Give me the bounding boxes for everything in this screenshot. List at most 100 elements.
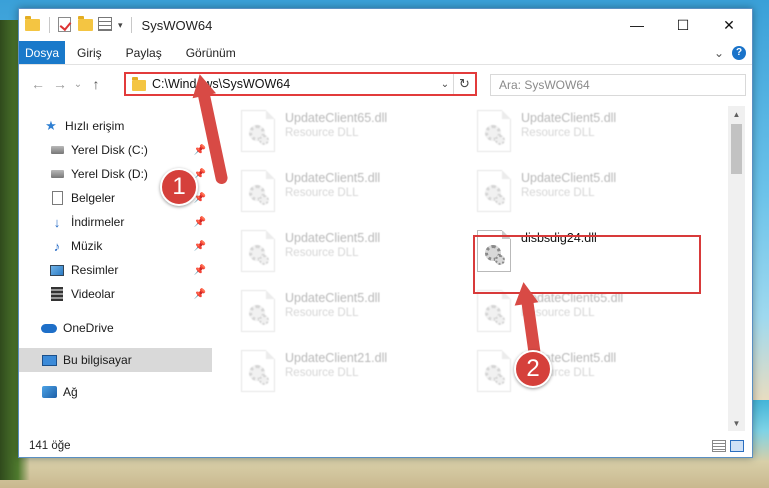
sidebar-item-network[interactable]: Ağ xyxy=(19,380,212,404)
forward-button[interactable]: → xyxy=(49,76,71,92)
annotation-step-1-badge: 1 xyxy=(160,168,198,206)
dll-file-icon xyxy=(477,350,511,392)
file-type: Resource DLL xyxy=(285,307,359,319)
pin-icon[interactable]: 📌 xyxy=(194,241,206,252)
quick-access-toolbar: ▾ xyxy=(19,16,136,33)
sidebar-item-label: Yerel Disk (D:) xyxy=(71,167,148,181)
navigation-bar: ← → ⌄ ↑ C:\Windows\SysWOW64 ⌄ ↻ Ara: Sys… xyxy=(19,66,752,102)
view-toggle xyxy=(712,440,752,452)
file-item[interactable]: UpdateClient65.dll Resource DLL xyxy=(241,110,461,158)
new-folder-icon[interactable] xyxy=(78,16,94,33)
sidebar-item-downloads[interactable]: ↓ İndirmeler 📌 xyxy=(19,210,212,234)
annotation-step-2-badge: 2 xyxy=(514,350,552,388)
download-icon: ↓ xyxy=(53,214,61,230)
close-button[interactable]: ✕ xyxy=(706,9,752,41)
file-item[interactable]: UpdateClient21.dll Resource DLL xyxy=(241,350,461,398)
sidebar-item-onedrive[interactable]: OneDrive xyxy=(19,316,212,340)
ribbon-right-controls: ⌄ ? xyxy=(714,41,752,64)
pin-icon[interactable]: 📌 xyxy=(194,289,206,300)
navigation-pane: ★ Hızlı erişim Yerel Disk (C:) 📌 Yerel D… xyxy=(19,106,212,431)
help-icon[interactable]: ? xyxy=(732,45,746,60)
sidebar-item-local-disk-c[interactable]: Yerel Disk (C:) 📌 xyxy=(19,138,212,162)
address-path[interactable]: C:\Windows\SysWOW64 xyxy=(152,77,290,91)
file-name: UpdateClient5.dll xyxy=(521,111,617,125)
dll-file-icon xyxy=(241,350,275,392)
sidebar-item-this-pc[interactable]: Bu bilgisayar xyxy=(19,348,212,372)
file-type: Resource DLL xyxy=(521,127,595,139)
search-input[interactable]: Ara: SysWOW64 xyxy=(490,74,746,96)
file-name: UpdateClient5.dll xyxy=(285,171,381,185)
dll-file-icon xyxy=(241,170,275,212)
file-type: Resource DLL xyxy=(285,367,359,379)
sidebar-item-music[interactable]: ♪ Müzik 📌 xyxy=(19,234,212,258)
file-explorer-window: ▾ SysWOW64 — ☐ ✕ Dosya Giriş Paylaş Görü… xyxy=(18,8,753,458)
file-item[interactable]: UpdateClient65.dll Resource DLL xyxy=(477,290,697,338)
document-icon xyxy=(49,190,65,206)
file-item[interactable]: UpdateClient5.dll Resource DLL xyxy=(241,170,461,218)
sidebar-item-videos[interactable]: Videolar 📌 xyxy=(19,282,212,306)
file-type: Resource DLL xyxy=(285,187,359,199)
sidebar-item-label: Yerel Disk (C:) xyxy=(71,143,148,157)
dll-file-icon xyxy=(477,110,511,152)
minimize-button[interactable]: — xyxy=(614,9,660,41)
up-button[interactable]: ↑ xyxy=(85,76,107,92)
maximize-button[interactable]: ☐ xyxy=(660,9,706,41)
large-icons-view-icon[interactable] xyxy=(730,440,744,452)
file-item[interactable]: UpdateClient5.dll Resource DLL xyxy=(241,290,461,338)
videos-icon xyxy=(49,286,65,302)
this-pc-icon xyxy=(41,352,57,368)
refresh-button[interactable]: ↻ xyxy=(453,74,475,94)
vertical-scrollbar[interactable]: ▲ ▼ xyxy=(728,106,745,431)
divider xyxy=(49,17,50,33)
pin-icon[interactable]: 📌 xyxy=(194,217,206,228)
file-item[interactable]: UpdateClient5.dll Resource DLL xyxy=(241,230,461,278)
recent-locations-chevron-icon[interactable]: ⌄ xyxy=(71,79,85,90)
customize-qat-chevron-icon[interactable]: ▾ xyxy=(118,20,123,31)
sidebar-item-label: Videolar xyxy=(71,287,115,301)
tab-home[interactable]: Giriş xyxy=(65,41,114,64)
pin-icon[interactable]: 📌 xyxy=(194,145,206,156)
back-button[interactable]: ← xyxy=(27,76,49,92)
title-bar: ▾ SysWOW64 — ☐ ✕ xyxy=(19,9,752,41)
properties-check-icon[interactable] xyxy=(58,17,74,33)
file-name: UpdateClient5.dll xyxy=(521,171,617,185)
pin-icon[interactable]: 📌 xyxy=(194,265,206,276)
file-type: Resource DLL xyxy=(521,187,595,199)
scroll-down-arrow-icon[interactable]: ▼ xyxy=(728,415,745,431)
tab-view[interactable]: Görünüm xyxy=(174,41,248,64)
music-icon: ♪ xyxy=(53,238,61,254)
tab-file[interactable]: Dosya xyxy=(19,41,65,64)
address-bar[interactable]: C:\Windows\SysWOW64 ⌄ ↻ xyxy=(124,72,477,96)
expand-ribbon-chevron-icon[interactable]: ⌄ xyxy=(714,46,724,60)
status-bar: 141 öğe xyxy=(19,434,752,458)
file-item[interactable]: UpdateClient5.dll Resource DLL xyxy=(477,170,697,218)
tab-share[interactable]: Paylaş xyxy=(114,41,174,64)
details-view-icon[interactable] xyxy=(712,440,726,452)
scroll-thumb[interactable] xyxy=(731,124,742,174)
file-name: UpdateClient5.dll xyxy=(285,291,381,305)
ribbon-tabs: Dosya Giriş Paylaş Görünüm ⌄ ? xyxy=(19,41,752,65)
window-controls: — ☐ ✕ xyxy=(614,9,752,41)
sidebar-item-label: Hızlı erişim xyxy=(65,119,125,133)
sidebar-item-pictures[interactable]: Resimler 📌 xyxy=(19,258,212,282)
dll-file-icon xyxy=(241,290,275,332)
window-title: SysWOW64 xyxy=(141,17,213,33)
annotation-arrowhead-2 xyxy=(511,280,539,306)
drive-icon xyxy=(49,166,65,182)
drive-icon xyxy=(49,142,65,158)
star-icon: ★ xyxy=(45,118,57,133)
file-item[interactable]: UpdateClient5.dll Resource DLL xyxy=(477,350,697,398)
item-count: 141 öğe xyxy=(29,440,71,452)
address-history-chevron-icon[interactable]: ⌄ xyxy=(437,79,453,90)
sidebar-item-label: İndirmeler xyxy=(71,215,125,229)
file-name: UpdateClient21.dll xyxy=(285,351,388,365)
scroll-up-arrow-icon[interactable]: ▲ xyxy=(728,106,745,122)
file-item[interactable]: UpdateClient5.dll Resource DLL xyxy=(477,110,697,158)
file-type: Resource DLL xyxy=(285,127,359,139)
dll-file-icon xyxy=(241,230,275,272)
sidebar-item-quick-access[interactable]: ★ Hızlı erişim xyxy=(19,114,212,138)
properties-icon[interactable] xyxy=(98,17,114,33)
pictures-icon xyxy=(49,262,65,278)
folder-icon xyxy=(25,16,41,33)
file-type: Resource DLL xyxy=(285,247,359,259)
